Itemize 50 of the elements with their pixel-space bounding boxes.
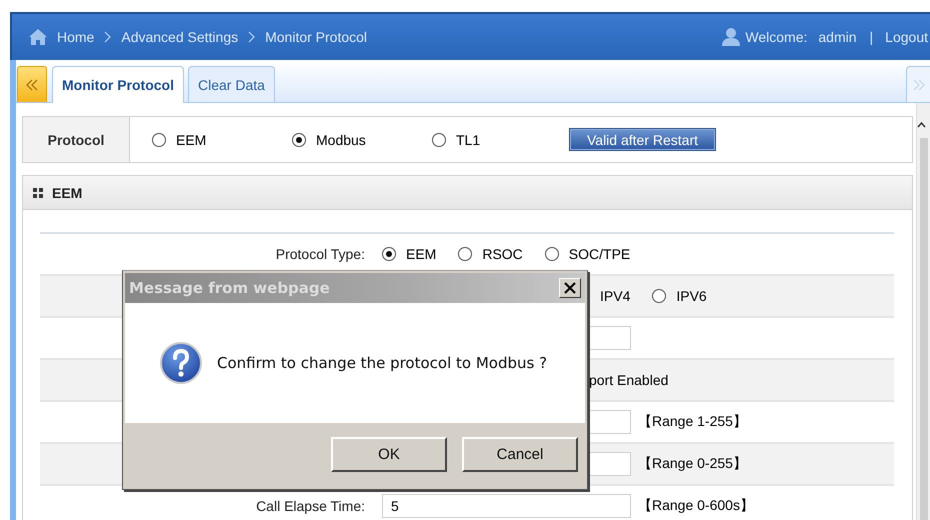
welcome-label: Welcome: [745, 29, 808, 45]
radio-label: IPV4 [600, 288, 630, 304]
double-chevron-right-icon [912, 78, 924, 90]
collapse-button[interactable] [17, 66, 47, 102]
range-hint: 【Range 1-255】 [638, 413, 747, 431]
radio-button[interactable] [458, 247, 472, 261]
section-title: EEM [52, 184, 82, 200]
radio-label: EEM [176, 132, 206, 148]
breadcrumb-link[interactable]: Monitor Protocol [265, 29, 368, 45]
ok-button[interactable]: OK [331, 436, 447, 472]
valid-after-restart-button[interactable]: Valid after Restart [570, 129, 715, 150]
chevron-icon [103, 31, 112, 43]
dialog-message: Confirm to change the protocol to Modbus ? [217, 354, 548, 372]
range-hint: 【Range 0-255】 [638, 455, 747, 473]
field-label: Protocol Type: [274, 246, 365, 262]
scroll-up-icon [917, 121, 926, 128]
home-icon [28, 28, 48, 46]
separator: | [870, 29, 874, 45]
input-field[interactable]: 5 [382, 494, 631, 518]
breadcrumb-link[interactable]: Advanced Settings [121, 29, 238, 45]
field-label: Call Elapse Time: [255, 498, 365, 514]
dialog-title: Message from webpage [129, 279, 331, 297]
username: admin [818, 29, 857, 45]
radio-button[interactable] [652, 289, 666, 303]
cancel-button[interactable]: Cancel [462, 436, 578, 472]
radio-button[interactable] [432, 132, 446, 146]
close-button[interactable] [559, 278, 581, 298]
breadcrumb-link[interactable]: Home [57, 29, 94, 45]
option-label: port Enabled [589, 372, 668, 388]
user-icon [721, 27, 742, 47]
logout-link[interactable]: Logout [885, 29, 928, 45]
radio-label: IPV6 [676, 288, 707, 304]
radio-label: Modbus [316, 132, 366, 148]
tab[interactable]: Clear Data [188, 66, 275, 102]
range-hint: 【Range 0-600s】 [638, 497, 754, 515]
radio-button[interactable] [292, 132, 306, 146]
chevron-icon [247, 31, 256, 43]
close-icon [563, 281, 577, 295]
tab[interactable]: Monitor Protocol [52, 66, 184, 103]
protocol-label: Protocol [23, 117, 130, 162]
radio-button[interactable] [382, 247, 396, 261]
grid-icon [33, 188, 43, 198]
question-icon [159, 341, 203, 385]
radio-button[interactable] [152, 132, 166, 146]
radio-label: TL1 [456, 132, 480, 148]
radio-label: SOC/TPE [568, 246, 630, 262]
radio-label: RSOC [482, 246, 523, 262]
radio-label: EEM [406, 246, 436, 262]
radio-button[interactable] [544, 247, 559, 261]
double-chevron-left-icon [26, 78, 38, 90]
